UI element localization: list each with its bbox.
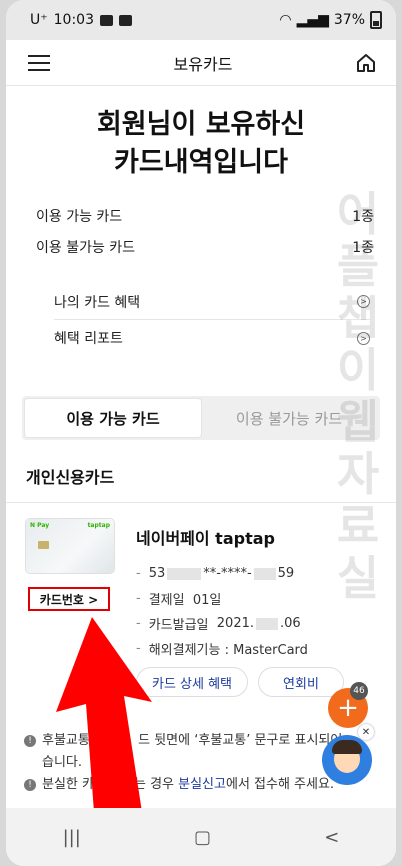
message-icon	[119, 14, 132, 26]
card-name: 네이버페이 taptap	[136, 529, 275, 548]
headline-line-1: 회원님이 보유하신	[96, 109, 306, 140]
card-image-brand: N Pay	[30, 522, 50, 529]
headline-line-2: 카드내역입니다	[114, 147, 288, 178]
card-image-product: taptap	[87, 522, 110, 529]
card-number-line: - 53 **-****- 59	[136, 566, 295, 581]
masked-digits	[167, 567, 202, 580]
card-tabs: 이용 가능 카드 이용 불가능 카드	[22, 396, 380, 440]
red-arrow-annotation	[56, 617, 152, 812]
masked-digits	[253, 567, 276, 580]
issue-prefix: 2021.	[216, 616, 254, 631]
card-number-middle: **-****-	[203, 566, 252, 581]
system-nav-bar: ||| ▢ <	[6, 808, 396, 866]
card-number-button[interactable]: 카드번호 >	[28, 587, 110, 611]
headline: 회원님이 보유하신 카드내역입니다	[6, 106, 396, 182]
section-title: 개인신용카드	[26, 468, 115, 487]
menu-icon[interactable]	[28, 54, 50, 71]
issue-suffix: .06	[280, 616, 301, 631]
summary-row-available: 이용 가능 카드 1종	[36, 200, 374, 231]
summary-label: 이용 가능 카드	[36, 208, 123, 225]
link-label: 나의 카드 혜택	[54, 294, 141, 311]
card-number-suffix: 59	[277, 566, 295, 581]
info-icon: !	[24, 735, 36, 747]
card-chip	[38, 541, 49, 549]
status-bar: U⁺ 10:03 ◠ ▂▄▆ 37%	[6, 0, 396, 40]
wifi-icon: ◠	[279, 12, 292, 28]
chatbot-avatar[interactable]	[322, 735, 372, 785]
tab-available[interactable]: 이용 가능 카드	[25, 399, 201, 437]
app-header: 보유카드	[6, 40, 396, 86]
home-button-icon[interactable]: ▢	[194, 827, 211, 848]
page-title: 보유카드	[173, 54, 233, 74]
notice-text: 에서 접수해 주세요.	[225, 777, 335, 792]
card-number-prefix: 53	[148, 566, 166, 581]
card-image[interactable]: N Pay taptap	[26, 519, 114, 573]
chevron-right-icon: >	[357, 331, 370, 345]
benefit-links: 나의 카드 혜택 > 혜택 리포트 >	[54, 284, 370, 356]
divider	[6, 502, 396, 503]
billing-value: 01일	[192, 593, 222, 608]
annual-fee-button[interactable]: 연회비	[258, 667, 344, 697]
home-icon[interactable]	[356, 53, 376, 73]
back-icon[interactable]: <	[324, 827, 339, 848]
link-my-card-benefits[interactable]: 나의 카드 혜택 >	[54, 284, 370, 320]
phone-screen: U⁺ 10:03 ◠ ▂▄▆ 37% 보유카드 회원님이 보유하신 카드내역입니…	[6, 0, 396, 866]
carrier-label: U⁺	[30, 12, 48, 28]
battery-icon	[370, 11, 382, 29]
battery-level: 37%	[333, 12, 365, 28]
billing-date-line: - 결제일 01일	[136, 591, 222, 608]
billing-label: 결제일	[148, 593, 185, 608]
tab-unavailable[interactable]: 이용 불가능 카드	[201, 399, 377, 437]
info-icon: !	[24, 779, 36, 791]
recent-apps-icon[interactable]: |||	[63, 827, 81, 848]
summary-value: 1종	[352, 239, 374, 256]
card-summary: 이용 가능 카드 1종 이용 불가능 카드 1종	[6, 200, 396, 262]
clock: 10:03	[53, 12, 94, 28]
chevron-right-icon: >	[357, 295, 370, 308]
summary-row-unavailable: 이용 불가능 카드 1종	[36, 231, 374, 262]
close-icon[interactable]: ✕	[358, 724, 374, 740]
gallery-icon	[100, 14, 113, 26]
signal-icon: ▂▄▆	[296, 12, 329, 28]
link-label: 혜택 리포트	[54, 331, 123, 347]
masked-digits	[256, 617, 278, 630]
summary-value: 1종	[352, 208, 374, 225]
avatar-hair	[332, 740, 362, 754]
link-benefit-report[interactable]: 혜택 리포트 >	[54, 320, 370, 356]
notification-badge: 46	[350, 682, 368, 700]
summary-label: 이용 불가능 카드	[36, 239, 136, 256]
